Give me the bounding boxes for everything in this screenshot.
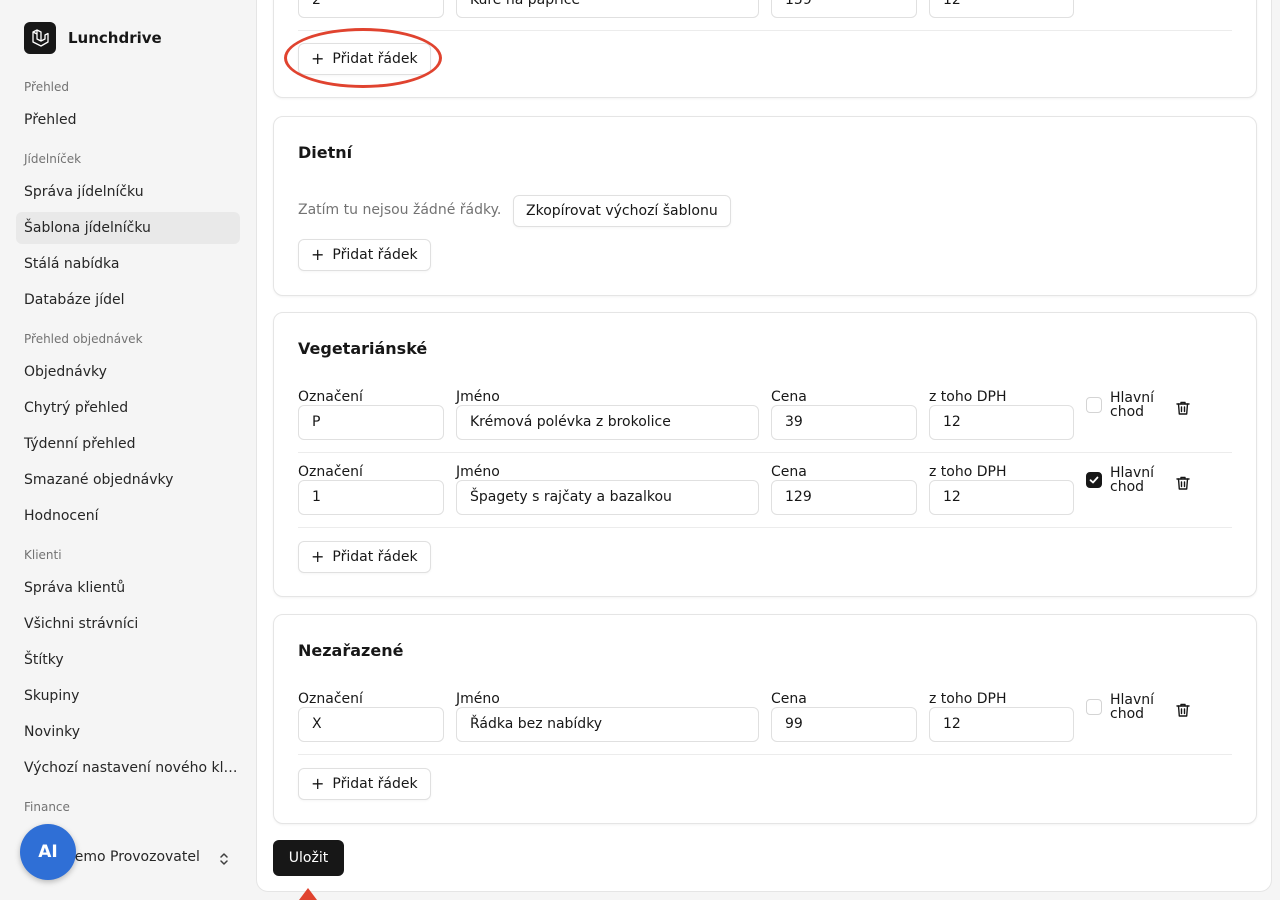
- sidebar-item-menu-template[interactable]: Šablona jídelníčku: [16, 212, 240, 244]
- name-label: Jméno: [456, 389, 500, 405]
- sidebar-item-tags[interactable]: Štítky: [16, 644, 240, 676]
- main-course-checkbox[interactable]: [1086, 472, 1102, 488]
- section-card-partial: 2 Kuře na paprice 159 12 + Přidat řádek: [273, 0, 1257, 98]
- section-card-nezarazene: Nezařazené Označení Jméno Cena z toho DP…: [273, 614, 1257, 824]
- sidebar-item-overview[interactable]: Přehled: [16, 104, 240, 136]
- main-course-label: Hlavní chod: [1110, 465, 1155, 495]
- plus-icon: +: [311, 774, 325, 793]
- sidebar-item-ratings[interactable]: Hodnocení: [16, 500, 240, 532]
- sidebar-item-standing-offer[interactable]: Stálá nabídka: [16, 248, 240, 280]
- sidebar-item-all-diners[interactable]: Všichni strávníci: [16, 608, 240, 640]
- sidebar-item-orders[interactable]: Objednávky: [16, 356, 240, 388]
- sidebar-item-news[interactable]: Novinky: [16, 716, 240, 748]
- empty-rows-text: Zatím tu nejsou žádné řádky.: [298, 202, 502, 218]
- nav-heading-finance: Finance: [24, 800, 70, 814]
- copy-template-button[interactable]: Zkopírovat výchozí šablonu: [513, 195, 731, 227]
- chevrons-up-down-icon: [220, 853, 228, 865]
- sidebar-item-new-client-defaults[interactable]: Výchozí nastavení nového klienta: [16, 752, 240, 784]
- vat-input[interactable]: 12: [929, 707, 1074, 742]
- vat-input[interactable]: 12: [929, 405, 1074, 440]
- check-icon: [1089, 476, 1099, 484]
- vat-input[interactable]: 12: [929, 0, 1074, 18]
- add-row-label: Přidat řádek: [332, 247, 418, 263]
- vat-label: z toho DPH: [929, 691, 1007, 707]
- vat-label: z toho DPH: [929, 464, 1007, 480]
- code-label: Označení: [298, 464, 363, 480]
- add-row-button[interactable]: + Přidat řádek: [298, 239, 431, 271]
- avatar[interactable]: AI: [20, 824, 76, 880]
- nav-heading-overview: Přehled: [24, 80, 70, 94]
- app-name: Lunchdrive: [68, 29, 162, 47]
- name-label: Jméno: [456, 691, 500, 707]
- nav-heading-orders: Přehled objednávek: [24, 332, 143, 346]
- code-input[interactable]: 2: [298, 0, 444, 18]
- section-title: Dietní: [298, 143, 353, 162]
- sidebar-item-menu-management[interactable]: Správa jídelníčku: [16, 176, 240, 208]
- sidebar-item-deleted-orders[interactable]: Smazané objednávky: [16, 464, 240, 496]
- code-label: Označení: [298, 691, 363, 707]
- section-title: Nezařazené: [298, 641, 404, 660]
- sidebar-item-client-management[interactable]: Správa klientů: [16, 572, 240, 604]
- main-course-checkbox[interactable]: [1086, 699, 1102, 715]
- add-row-button[interactable]: + Přidat řádek: [298, 768, 431, 800]
- name-input[interactable]: Kuře na paprice: [456, 0, 759, 18]
- row-divider: [298, 30, 1232, 31]
- price-input[interactable]: 129: [771, 480, 917, 515]
- code-input[interactable]: X: [298, 707, 444, 742]
- section-title: Vegetariánské: [298, 339, 428, 358]
- sidebar-item-smart-overview[interactable]: Chytrý přehled: [16, 392, 240, 424]
- trash-icon[interactable]: [1175, 400, 1191, 416]
- main-course-checkbox[interactable]: [1086, 397, 1102, 413]
- row-divider: [298, 452, 1232, 453]
- name-input[interactable]: Krémová polévka z brokolice: [456, 405, 759, 440]
- code-input[interactable]: 1: [298, 480, 444, 515]
- annotation-arrow-icon: [299, 888, 317, 900]
- brand[interactable]: Lunchdrive: [24, 22, 162, 54]
- section-card-vegetarianske: Vegetariánské Označení Jméno Cena z toho…: [273, 312, 1257, 597]
- name-input[interactable]: Špagety s rajčaty a bazalkou: [456, 480, 759, 515]
- price-input[interactable]: 99: [771, 707, 917, 742]
- user-name: Demo Provozovatel: [64, 849, 200, 865]
- add-row-label: Přidat řádek: [332, 51, 418, 67]
- code-input[interactable]: P: [298, 405, 444, 440]
- plus-icon: +: [311, 547, 325, 566]
- add-row-label: Přidat řádek: [332, 776, 418, 792]
- add-row-label: Přidat řádek: [332, 549, 418, 565]
- sidebar-item-meal-database[interactable]: Databáze jídel: [16, 284, 240, 316]
- main-content: 2 Kuře na paprice 159 12 + Přidat řádek …: [256, 0, 1272, 892]
- name-input[interactable]: Řádka bez nabídky: [456, 707, 759, 742]
- code-label: Označení: [298, 389, 363, 405]
- section-card-dietni: Dietní Zatím tu nejsou žádné řádky. Zkop…: [273, 116, 1257, 296]
- vat-input[interactable]: 12: [929, 480, 1074, 515]
- row-divider: [298, 754, 1232, 755]
- lunchdrive-logo-icon: [24, 22, 56, 54]
- plus-icon: +: [311, 49, 325, 68]
- vat-label: z toho DPH: [929, 389, 1007, 405]
- add-row-button[interactable]: + Přidat řádek: [298, 541, 431, 573]
- trash-icon[interactable]: [1175, 475, 1191, 491]
- add-row-button[interactable]: + Přidat řádek: [298, 43, 431, 75]
- price-label: Cena: [771, 389, 807, 405]
- price-label: Cena: [771, 691, 807, 707]
- price-input[interactable]: 39: [771, 405, 917, 440]
- sidebar-item-weekly-overview[interactable]: Týdenní přehled: [16, 428, 240, 460]
- sidebar-item-groups[interactable]: Skupiny: [16, 680, 240, 712]
- nav-heading-menu: Jídelníček: [24, 152, 82, 166]
- row-divider: [298, 527, 1232, 528]
- trash-icon[interactable]: [1175, 702, 1191, 718]
- main-course-label: Hlavní chod: [1110, 390, 1155, 420]
- nav-heading-clients: Klienti: [24, 548, 62, 562]
- main-course-label: Hlavní chod: [1110, 692, 1155, 722]
- price-input[interactable]: 159: [771, 0, 917, 18]
- name-label: Jméno: [456, 464, 500, 480]
- save-button[interactable]: Uložit: [273, 840, 344, 876]
- sidebar: Lunchdrive Přehled Přehled Jídelníček Sp…: [0, 0, 256, 900]
- price-label: Cena: [771, 464, 807, 480]
- copy-template-label: Zkopírovat výchozí šablonu: [526, 203, 718, 219]
- plus-icon: +: [311, 245, 325, 264]
